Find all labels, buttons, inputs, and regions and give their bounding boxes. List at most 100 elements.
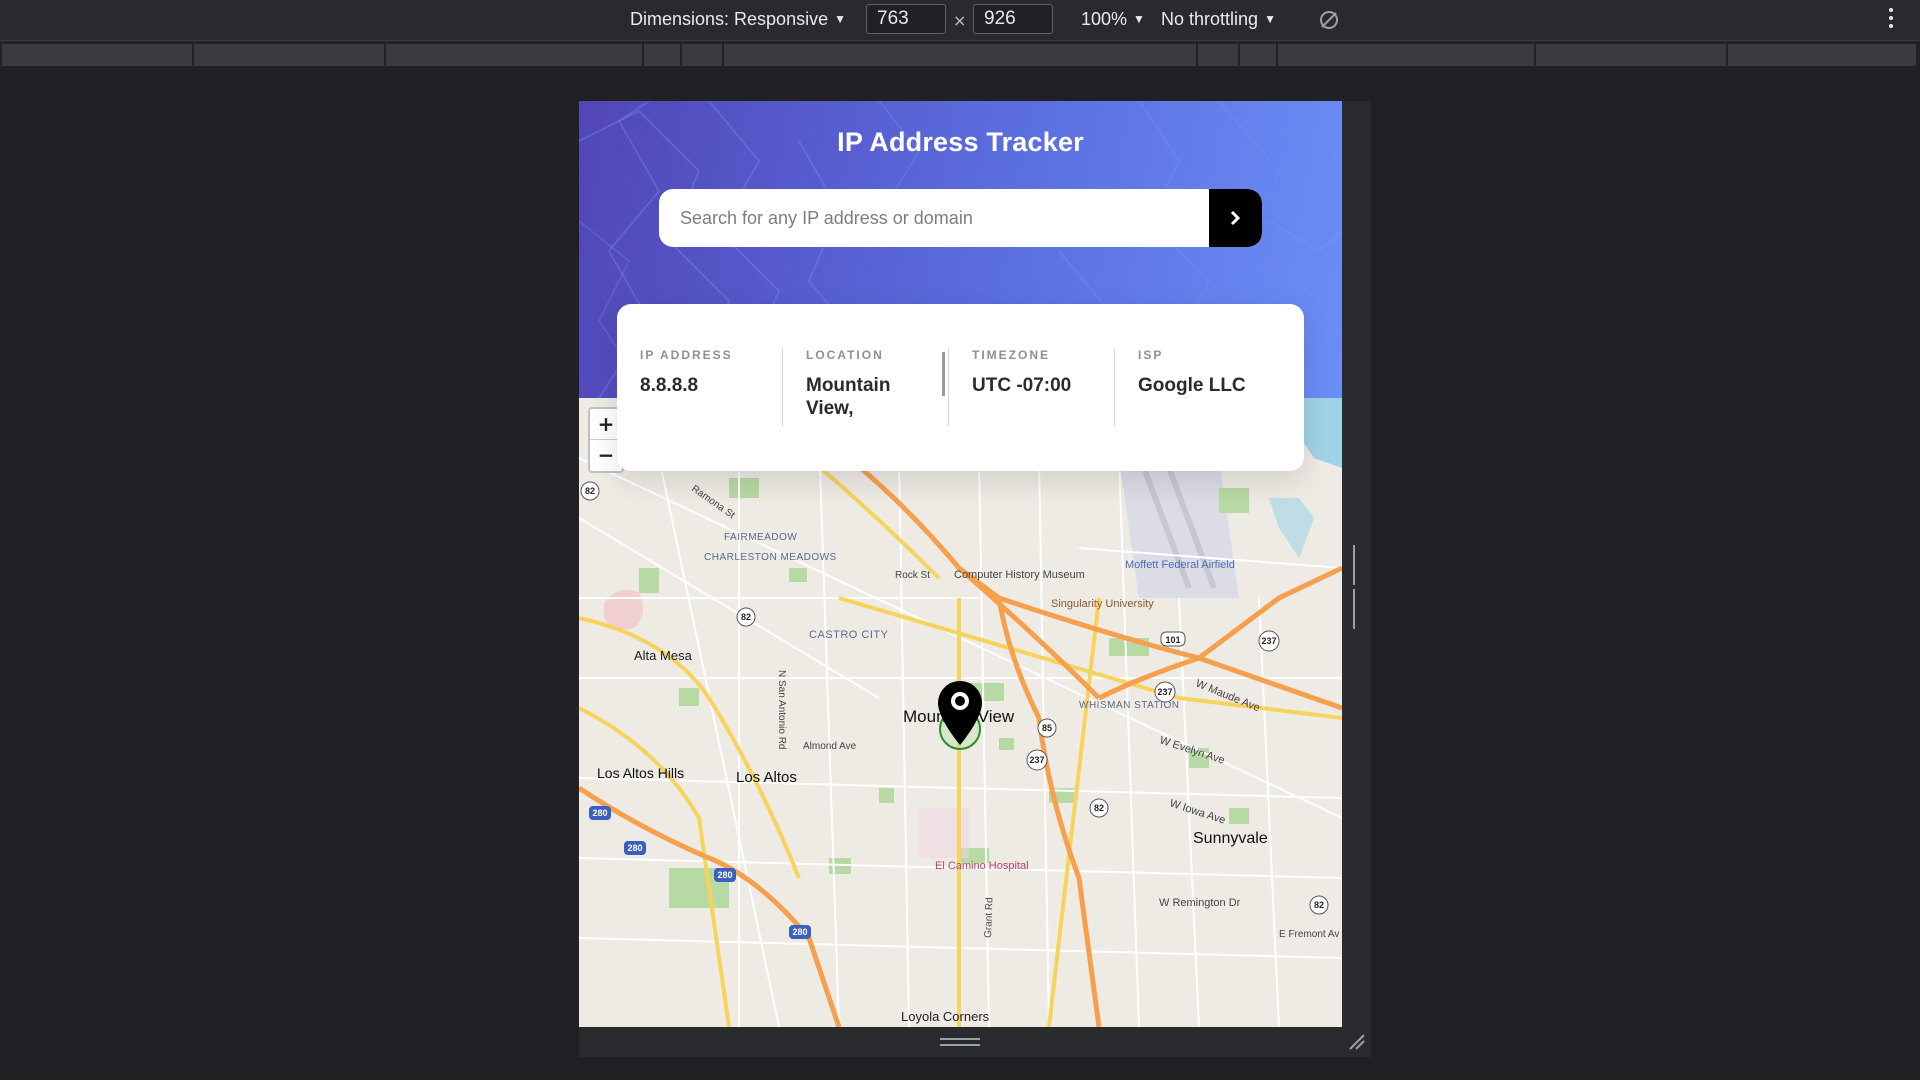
ip-address-section: IP ADDRESS 8.8.8.8 <box>640 348 780 397</box>
media-query-bar <box>0 42 1920 68</box>
section-divider <box>948 348 949 426</box>
svg-text:85: 85 <box>1042 723 1052 733</box>
svg-text:280: 280 <box>592 808 607 818</box>
caret-down-icon: ▼ <box>1133 12 1145 26</box>
resize-handle-bottom-icon[interactable] <box>940 1038 980 1048</box>
svg-text:280: 280 <box>792 927 807 937</box>
map-label-fairmeadow: FAIRMEADOW <box>724 532 797 543</box>
map-label-computer-museum: Computer History Museum <box>954 569 1085 581</box>
svg-text:280: 280 <box>717 870 732 880</box>
isp-label: ISP <box>1138 348 1164 362</box>
zoom-dropdown[interactable]: 100% ▼ <box>1081 9 1145 30</box>
width-input[interactable]: 763 <box>866 4 946 34</box>
search-bar <box>659 189 1262 247</box>
map-label-los-altos-hills: Los Altos Hills <box>597 765 684 781</box>
map-label-rock-st: Rock St <box>895 570 930 581</box>
timezone-value: UTC -07:00 <box>972 375 1072 396</box>
isp-value: Google LLC <box>1138 375 1246 396</box>
ip-address-label: IP ADDRESS <box>640 348 733 362</box>
route-237-shield: 237 <box>1258 630 1280 652</box>
map-label-singularity: Singularity University <box>1051 598 1154 610</box>
chevron-right-icon <box>1230 210 1240 226</box>
route-82-shield: 82 <box>1309 895 1329 915</box>
map-label-w-iowa-ave: W Iowa Ave <box>1168 797 1227 826</box>
location-label: LOCATION <box>806 348 884 362</box>
map-label-e-fremont-av: E Fremont Av <box>1279 929 1339 940</box>
map-label-charleston-meadows: CHARLESTON MEADOWS <box>704 552 837 563</box>
media-query-segment[interactable] <box>1278 44 1536 66</box>
isp-section: ISP Google LLC <box>1138 348 1278 397</box>
device-viewport: IP Address Tracker IP ADDRESS 8.8.8.8 LO… <box>579 101 1342 1027</box>
throttling-label: No throttling <box>1161 9 1259 29</box>
svg-text:82: 82 <box>741 612 751 622</box>
map-label-moffett-field: Moffett Federal Airfield <box>1125 559 1235 571</box>
search-submit-button[interactable] <box>1209 189 1262 247</box>
route-237-shield: 237 <box>1026 749 1048 771</box>
throttling-dropdown[interactable]: No throttling ▼ <box>1161 9 1276 30</box>
caret-down-icon: ▼ <box>834 12 846 26</box>
map-label-w-remington-dr: W Remington Dr <box>1159 897 1241 909</box>
location-value: Mountain View, <box>806 375 891 419</box>
map-label-sunnyvale: Sunnyvale <box>1193 830 1268 847</box>
map-label-alta-mesa: Alta Mesa <box>634 648 693 663</box>
map-label-w-maude-ave: W Maude Ave <box>1194 678 1262 715</box>
media-query-segment[interactable] <box>386 44 644 66</box>
times-symbol: × <box>953 11 967 30</box>
map-container[interactable]: FAIRMEADOW CHARLESTON MEADOWS CASTRO CIT… <box>579 398 1342 1027</box>
route-280-shield: 280 <box>624 841 646 855</box>
timezone-section: TIMEZONE UTC -07:00 <box>972 348 1112 397</box>
media-query-segment[interactable] <box>644 44 682 66</box>
map-label-loyola-corners: Loyola Corners <box>901 1009 990 1024</box>
map-label-el-camino-hospital: El Camino Hospital <box>935 860 1029 872</box>
more-options-icon[interactable] <box>1888 8 1894 32</box>
route-237-shield: 237 <box>1154 681 1176 703</box>
route-101-shield: 101 <box>1160 631 1186 647</box>
route-82-shield: 82 <box>736 607 756 627</box>
dimensions-dropdown[interactable]: Dimensions: Responsive ▼ <box>630 9 846 30</box>
map-label-castro-city: CASTRO CITY <box>809 629 889 641</box>
map-tiles[interactable]: FAIRMEADOW CHARLESTON MEADOWS CASTRO CIT… <box>579 398 1342 1027</box>
timezone-label: TIMEZONE <box>972 348 1050 362</box>
route-280-shield: 280 <box>589 806 611 820</box>
resize-corner-icon[interactable] <box>1348 1033 1366 1051</box>
route-82-shield: 82 <box>1089 798 1109 818</box>
section-divider <box>782 348 783 426</box>
route-280-shield: 280 <box>789 925 811 939</box>
svg-text:280: 280 <box>627 843 642 853</box>
route-280-shield: 280 <box>714 868 736 882</box>
dimensions-label: Dimensions: Responsive <box>630 9 829 29</box>
map-label-almond-ave: Almond Ave <box>803 741 857 752</box>
svg-text:237: 237 <box>1157 687 1172 697</box>
media-query-segment[interactable] <box>1728 44 1918 66</box>
height-input[interactable]: 926 <box>973 4 1053 34</box>
resize-handle-right-icon[interactable] <box>1353 545 1361 629</box>
svg-text:101: 101 <box>1165 635 1180 645</box>
svg-text:82: 82 <box>1094 803 1104 813</box>
rotate-icon[interactable] <box>1318 9 1340 31</box>
map-label-san-antonio-rd: N San Antonio Rd <box>776 670 787 750</box>
media-query-segment[interactable] <box>2 44 194 66</box>
media-query-segment[interactable] <box>724 44 1198 66</box>
caret-down-icon: ▼ <box>1264 12 1276 26</box>
media-query-segment[interactable] <box>194 44 386 66</box>
media-query-segment[interactable] <box>682 44 724 66</box>
ip-address-value: 8.8.8.8 <box>640 375 699 396</box>
route-85-shield: 85 <box>1037 718 1057 738</box>
ip-info-card: IP ADDRESS 8.8.8.8 LOCATION Mountain Vie… <box>617 304 1304 471</box>
svg-text:82: 82 <box>1314 900 1324 910</box>
svg-text:82: 82 <box>585 486 595 496</box>
media-query-segment[interactable] <box>1198 44 1240 66</box>
media-query-segment[interactable] <box>1240 44 1278 66</box>
search-input[interactable] <box>659 189 1209 247</box>
map-label-los-altos: Los Altos <box>736 769 797 786</box>
scrollbar-thumb[interactable] <box>942 352 945 396</box>
media-query-segment[interactable] <box>1536 44 1728 66</box>
location-section: LOCATION Mountain View, <box>806 348 926 420</box>
route-82-shield: 82 <box>580 481 600 501</box>
location-marker[interactable] <box>938 681 982 750</box>
devtools-toolbar: Dimensions: Responsive ▼ 763 × 926 100% ▼ … <box>0 0 1920 41</box>
svg-text:237: 237 <box>1029 755 1044 765</box>
section-divider <box>1114 348 1115 426</box>
map-label-grant-rd: Grant Rd <box>983 897 995 938</box>
zoom-label: 100% <box>1081 9 1128 29</box>
